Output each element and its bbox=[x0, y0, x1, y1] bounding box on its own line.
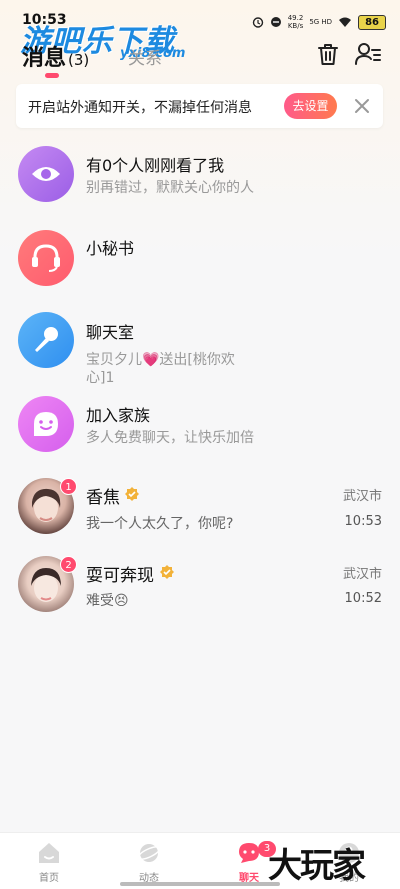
headset-icon bbox=[32, 244, 60, 272]
chat-city: 武汉市 bbox=[342, 489, 382, 504]
chat-name: 耍可奔现 bbox=[86, 566, 154, 586]
eye-icon bbox=[32, 167, 60, 181]
trash-icon[interactable] bbox=[314, 40, 342, 68]
notification-banner-text: 开启站外通知开关，不漏掉任何消息 bbox=[28, 100, 252, 116]
nav-home[interactable]: 首页 bbox=[10, 833, 90, 889]
list-item-subtitle: 多人免费聊天，让快乐加倍 bbox=[86, 430, 254, 446]
list-item-secretary[interactable]: 小秘书 bbox=[0, 228, 400, 288]
chat-time: 10:53 bbox=[344, 514, 382, 529]
wifi-icon bbox=[339, 17, 352, 27]
nav-home-label: 首页 bbox=[39, 873, 59, 884]
chatroom-icon-circle bbox=[18, 312, 74, 368]
nav-moments[interactable]: 动态 bbox=[110, 833, 190, 889]
go-settings-button[interactable]: 去设置 bbox=[284, 93, 337, 119]
chat-row[interactable]: 1 香焦 我一个人太久了，你呢? 武汉市 10:53 bbox=[0, 478, 400, 540]
list-item-title: 有0个人刚刚看了我 bbox=[86, 156, 225, 175]
planet-icon bbox=[137, 844, 161, 862]
verified-badge-icon bbox=[125, 487, 139, 501]
list-item-subtitle-line1: 宝贝夕儿💗送出[桃你欢 bbox=[86, 352, 235, 368]
active-tab-indicator bbox=[45, 73, 59, 78]
list-item-title: 小秘书 bbox=[86, 239, 135, 258]
list-item-subtitle: 别再错过，默默关心你的人 bbox=[86, 180, 254, 196]
alarm-icon bbox=[252, 17, 263, 28]
network-speed: 49.2 KB/s bbox=[288, 14, 304, 30]
speed-unit: KB/s bbox=[287, 22, 304, 30]
speed-value: 49.2 bbox=[287, 14, 304, 22]
unread-badge: 1 bbox=[60, 478, 77, 495]
microphone-icon bbox=[35, 327, 58, 352]
verified-badge-icon bbox=[160, 565, 174, 579]
list-item-title: 加入家族 bbox=[86, 406, 151, 425]
contacts-icon[interactable] bbox=[354, 40, 382, 68]
chat-name: 香焦 bbox=[86, 488, 120, 508]
corner-watermark-logo: 大玩家 bbox=[268, 846, 366, 886]
family-icon-circle bbox=[18, 396, 74, 452]
chat-time: 10:52 bbox=[344, 591, 382, 606]
notification-banner: 开启站外通知开关，不漏掉任何消息 去设置 bbox=[16, 84, 383, 128]
tab-messages-count: (3) bbox=[68, 51, 90, 69]
unread-badge: 2 bbox=[60, 556, 77, 573]
chat-city: 武汉市 bbox=[342, 567, 382, 582]
home-indicator[interactable] bbox=[120, 882, 280, 886]
chat-row[interactable]: 2 耍可奔现 难受😣 武汉市 10:52 bbox=[0, 556, 400, 618]
smile-icon bbox=[34, 412, 58, 436]
list-item-family[interactable]: 加入家族 多人免费聊天，让快乐加倍 bbox=[0, 396, 400, 456]
close-icon[interactable] bbox=[350, 94, 374, 118]
chat-last-message: 我一个人太久了，你呢? bbox=[86, 516, 234, 532]
tab-messages-label: 消息 bbox=[22, 46, 67, 71]
secretary-icon-circle bbox=[18, 230, 74, 286]
chat-last-message: 难受😣 bbox=[86, 593, 129, 609]
status-indicators: 49.2 KB/s 5G HD 86 bbox=[252, 14, 386, 30]
list-item-subtitle-line2: 心]1 bbox=[86, 370, 115, 386]
list-item-title: 聊天室 bbox=[86, 323, 135, 342]
network-type: 5G HD bbox=[309, 18, 333, 26]
tab-relations[interactable]: 关系 bbox=[128, 44, 162, 69]
list-item-visitors[interactable]: 有0个人刚刚看了我 别再错过，默默关心你的人 bbox=[0, 144, 400, 204]
battery-level: 86 bbox=[358, 14, 386, 30]
dnd-icon bbox=[270, 17, 281, 27]
tab-messages[interactable]: 消息 (3) bbox=[22, 40, 89, 72]
home-icon bbox=[39, 843, 59, 863]
visitors-icon-circle bbox=[18, 146, 74, 202]
list-item-chatroom[interactable]: 聊天室 宝贝夕儿💗送出[桃你欢 心]1 bbox=[0, 312, 400, 386]
